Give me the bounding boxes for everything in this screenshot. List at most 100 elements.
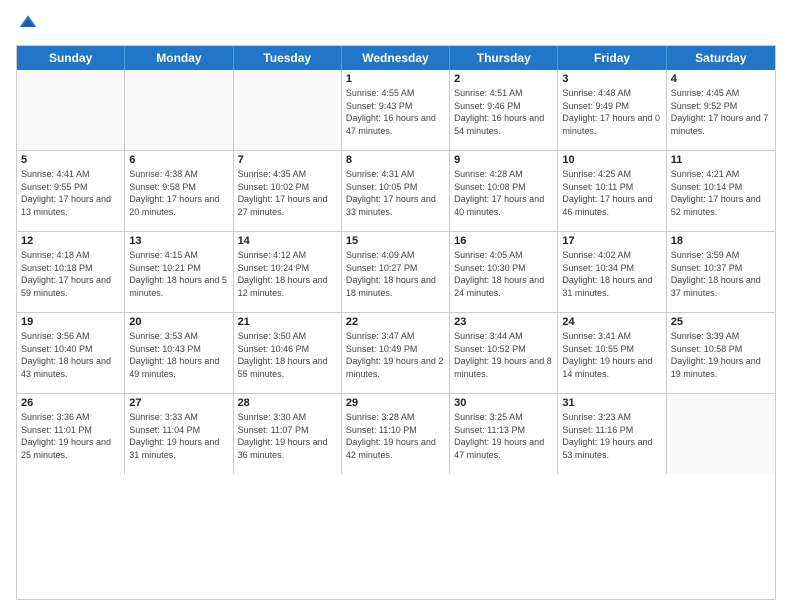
cal-cell: 31 Sunrise: 3:23 AMSunset: 11:16 PMDaylig… (558, 394, 666, 474)
header-monday: Monday (125, 46, 233, 70)
day-number: 10 (562, 154, 661, 166)
day-info: Sunrise: 4:28 AMSunset: 10:08 PMDaylight… (454, 168, 553, 218)
day-info: Sunrise: 3:30 AMSunset: 11:07 PMDaylight… (238, 411, 337, 461)
day-number: 5 (21, 154, 120, 166)
cal-cell: 4Sunrise: 4:45 AMSunset: 9:52 PMDaylight… (667, 70, 775, 150)
week-row-2: 12 Sunrise: 4:18 AMSunset: 10:18 PMDaylig… (17, 232, 775, 313)
day-info: Sunrise: 3:56 AMSunset: 10:40 PMDaylight… (21, 330, 120, 380)
day-number: 18 (671, 235, 771, 247)
cal-cell (125, 70, 233, 150)
day-info: Sunrise: 3:44 AMSunset: 10:52 PMDaylight… (454, 330, 553, 380)
day-info: Sunrise: 4:35 AMSunset: 10:02 PMDaylight… (238, 168, 337, 218)
cal-cell: 22 Sunrise: 3:47 AMSunset: 10:49 PMDaylig… (342, 313, 450, 393)
calendar-body: 1 Sunrise: 4:55 AMSunset: 9:43 PMDaylight… (17, 70, 775, 474)
cal-cell (667, 394, 775, 474)
cal-cell (234, 70, 342, 150)
cal-cell: 18 Sunrise: 3:59 AMSunset: 10:37 PMDaylig… (667, 232, 775, 312)
day-number: 14 (238, 235, 337, 247)
logo (16, 12, 38, 37)
day-info: Sunrise: 4:25 AMSunset: 10:11 PMDaylight… (562, 168, 661, 218)
header-saturday: Saturday (667, 46, 775, 70)
day-number: 19 (21, 316, 120, 328)
day-number: 23 (454, 316, 553, 328)
calendar: SundayMondayTuesdayWednesdayThursdayFrid… (16, 45, 776, 600)
day-number: 11 (671, 154, 771, 166)
day-number: 8 (346, 154, 445, 166)
day-info: Sunrise: 3:50 AMSunset: 10:46 PMDaylight… (238, 330, 337, 380)
cal-cell: 14 Sunrise: 4:12 AMSunset: 10:24 PMDaylig… (234, 232, 342, 312)
day-info: Sunrise: 3:41 AMSunset: 10:55 PMDaylight… (562, 330, 661, 380)
day-info: Sunrise: 4:09 AMSunset: 10:27 PMDaylight… (346, 249, 445, 299)
day-info: Sunrise: 4:38 AMSunset: 9:58 PMDaylight:… (129, 168, 228, 218)
page-header (16, 12, 776, 37)
day-info: Sunrise: 3:47 AMSunset: 10:49 PMDaylight… (346, 330, 445, 380)
day-number: 21 (238, 316, 337, 328)
day-info: Sunrise: 4:55 AMSunset: 9:43 PMDaylight:… (346, 87, 445, 137)
cal-cell: 24 Sunrise: 3:41 AMSunset: 10:55 PMDaylig… (558, 313, 666, 393)
day-info: Sunrise: 4:18 AMSunset: 10:18 PMDaylight… (21, 249, 120, 299)
cal-cell: 2Sunrise: 4:51 AMSunset: 9:46 PMDaylight… (450, 70, 558, 150)
cal-cell: 3Sunrise: 4:48 AMSunset: 9:49 PMDaylight… (558, 70, 666, 150)
logo-icon (18, 12, 38, 32)
cal-cell: 13Sunrise: 4:15 AMSunset: 10:21 PMDaylig… (125, 232, 233, 312)
day-number: 31 (562, 397, 661, 409)
day-number: 29 (346, 397, 445, 409)
week-row-0: 1 Sunrise: 4:55 AMSunset: 9:43 PMDaylight… (17, 70, 775, 151)
day-info: Sunrise: 4:12 AMSunset: 10:24 PMDaylight… (238, 249, 337, 299)
day-info: Sunrise: 3:33 AMSunset: 11:04 PMDaylight… (129, 411, 228, 461)
calendar-header: SundayMondayTuesdayWednesdayThursdayFrid… (17, 46, 775, 70)
day-number: 12 (21, 235, 120, 247)
header-thursday: Thursday (450, 46, 558, 70)
day-number: 27 (129, 397, 228, 409)
cal-cell: 21 Sunrise: 3:50 AMSunset: 10:46 PMDaylig… (234, 313, 342, 393)
cal-cell: 1 Sunrise: 4:55 AMSunset: 9:43 PMDaylight… (342, 70, 450, 150)
day-number: 20 (129, 316, 228, 328)
cal-cell: 19 Sunrise: 3:56 AMSunset: 10:40 PMDaylig… (17, 313, 125, 393)
day-number: 13 (129, 235, 228, 247)
week-row-4: 26Sunrise: 3:36 AMSunset: 11:01 PMDaylig… (17, 394, 775, 474)
day-info: Sunrise: 3:39 AMSunset: 10:58 PMDaylight… (671, 330, 771, 380)
header-friday: Friday (558, 46, 666, 70)
day-number: 3 (562, 73, 661, 85)
day-info: Sunrise: 3:23 AMSunset: 11:16 PMDaylight… (562, 411, 661, 461)
cal-cell: 17Sunrise: 4:02 AMSunset: 10:34 PMDaylig… (558, 232, 666, 312)
cal-cell: 20 Sunrise: 3:53 AMSunset: 10:43 PMDaylig… (125, 313, 233, 393)
day-number: 2 (454, 73, 553, 85)
header-tuesday: Tuesday (234, 46, 342, 70)
cal-cell: 25Sunrise: 3:39 AMSunset: 10:58 PMDaylig… (667, 313, 775, 393)
cal-cell: 7 Sunrise: 4:35 AMSunset: 10:02 PMDayligh… (234, 151, 342, 231)
cal-cell: 11 Sunrise: 4:21 AMSunset: 10:14 PMDaylig… (667, 151, 775, 231)
header-wednesday: Wednesday (342, 46, 450, 70)
day-number: 24 (562, 316, 661, 328)
day-info: Sunrise: 3:36 AMSunset: 11:01 PMDaylight… (21, 411, 120, 461)
day-info: Sunrise: 3:28 AMSunset: 11:10 PMDaylight… (346, 411, 445, 461)
day-number: 4 (671, 73, 771, 85)
week-row-3: 19 Sunrise: 3:56 AMSunset: 10:40 PMDaylig… (17, 313, 775, 394)
day-number: 30 (454, 397, 553, 409)
cal-cell: 26Sunrise: 3:36 AMSunset: 11:01 PMDaylig… (17, 394, 125, 474)
day-info: Sunrise: 4:41 AMSunset: 9:55 PMDaylight:… (21, 168, 120, 218)
day-info: Sunrise: 3:25 AMSunset: 11:13 PMDaylight… (454, 411, 553, 461)
day-info: Sunrise: 3:53 AMSunset: 10:43 PMDaylight… (129, 330, 228, 380)
day-number: 17 (562, 235, 661, 247)
cal-cell: 8 Sunrise: 4:31 AMSunset: 10:05 PMDayligh… (342, 151, 450, 231)
cal-cell (17, 70, 125, 150)
day-number: 7 (238, 154, 337, 166)
day-info: Sunrise: 4:31 AMSunset: 10:05 PMDaylight… (346, 168, 445, 218)
cal-cell: 23 Sunrise: 3:44 AMSunset: 10:52 PMDaylig… (450, 313, 558, 393)
cal-cell: 29 Sunrise: 3:28 AMSunset: 11:10 PMDaylig… (342, 394, 450, 474)
cal-cell: 28 Sunrise: 3:30 AMSunset: 11:07 PMDaylig… (234, 394, 342, 474)
day-number: 9 (454, 154, 553, 166)
day-info: Sunrise: 3:59 AMSunset: 10:37 PMDaylight… (671, 249, 771, 299)
day-number: 1 (346, 73, 445, 85)
cal-cell: 16Sunrise: 4:05 AMSunset: 10:30 PMDaylig… (450, 232, 558, 312)
cal-cell: 9 Sunrise: 4:28 AMSunset: 10:08 PMDayligh… (450, 151, 558, 231)
cal-cell: 15 Sunrise: 4:09 AMSunset: 10:27 PMDaylig… (342, 232, 450, 312)
day-number: 15 (346, 235, 445, 247)
day-number: 16 (454, 235, 553, 247)
day-number: 22 (346, 316, 445, 328)
day-info: Sunrise: 4:21 AMSunset: 10:14 PMDaylight… (671, 168, 771, 218)
day-number: 6 (129, 154, 228, 166)
day-number: 28 (238, 397, 337, 409)
cal-cell: 10 Sunrise: 4:25 AMSunset: 10:11 PMDaylig… (558, 151, 666, 231)
